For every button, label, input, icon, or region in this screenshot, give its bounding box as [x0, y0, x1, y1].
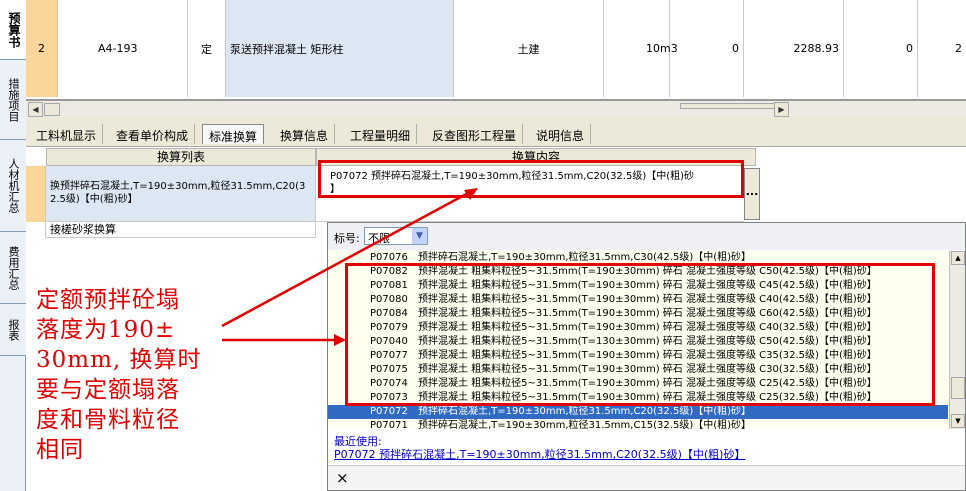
browse-button[interactable]: ...	[744, 168, 760, 220]
row-unit[interactable]: 10m3	[604, 0, 678, 97]
tab-unit-price[interactable]: 查看单价构成	[110, 124, 196, 144]
close-icon[interactable]: ×	[336, 469, 349, 487]
scroll-thumb[interactable]	[44, 103, 60, 116]
row-category[interactable]: 土建	[454, 0, 604, 97]
splitter-handle[interactable]	[680, 103, 780, 109]
scroll-down-icon[interactable]: ▼	[951, 414, 965, 428]
tab-reverse-lookup[interactable]: 反查图形工程量	[426, 124, 524, 144]
tab-report[interactable]: 报表	[0, 304, 26, 356]
row-type[interactable]: 定	[188, 0, 226, 97]
tab-materials-summary[interactable]: 人材机汇总	[0, 140, 26, 232]
row-index[interactable]: 2	[26, 0, 58, 97]
conversion-row[interactable]: 换预拌碎石混凝土,T=190±30mm,粒径31.5mm,C20(3 2.5级)…	[46, 166, 316, 222]
list-header: 换算列表	[46, 148, 316, 166]
tab-budget[interactable]: 预算书	[0, 0, 26, 60]
annotation-note: 定额预拌砼塌 落度为190± 30mm, 换算时 要与定额塌落 度和骨料粒径 相…	[36, 287, 202, 463]
row-price[interactable]: 2288.93	[744, 0, 844, 97]
chevron-down-icon[interactable]: ▼	[412, 228, 427, 244]
item-text: 预拌碎石混凝土,T=190±30mm,粒径31.5mm,C20(32.5级)【中…	[418, 406, 752, 417]
tab-quantity-detail[interactable]: 工程量明细	[344, 124, 418, 144]
row-total[interactable]: 0	[844, 0, 918, 97]
highlight-box-list	[345, 263, 935, 406]
horizontal-scrollbar[interactable]: ◀ ▶	[26, 100, 966, 117]
budget-grid: 2 A4-193 定 泵送预拌混凝土 矩形柱 土建 10m3 0 2288.93…	[26, 0, 966, 100]
scroll-thumb[interactable]	[951, 377, 965, 399]
item-text: 预拌碎石混凝土,T=190±30mm,粒径31.5mm,C15(32.5级)【中…	[418, 420, 752, 429]
list-item[interactable]: P07071 预拌碎石混凝土,T=190±30mm,粒径31.5mm,C15(32…	[328, 419, 948, 429]
conversion-label: 换预拌碎石混凝土,T=190±30mm,粒径31.5mm,C20(3 2.5级)…	[50, 181, 306, 205]
tab-description[interactable]: 说明信息	[530, 124, 592, 144]
scroll-up-icon[interactable]: ▲	[951, 251, 965, 265]
filter-label: 标号:	[334, 232, 360, 245]
row-name[interactable]: 泵送预拌混凝土 矩形柱	[226, 0, 454, 97]
tab-measures[interactable]: 措施项目	[0, 60, 26, 140]
tab-standard-conversion[interactable]: 标准换算	[202, 124, 265, 144]
popup-footer: ×	[328, 465, 965, 490]
vertical-scrollbar[interactable]: ▲ ▼	[949, 251, 965, 429]
grade-filter-select[interactable]: 不限 ▼	[364, 227, 428, 245]
row-qty[interactable]: 0	[670, 0, 744, 97]
recent-item-link[interactable]: P07072 预拌碎石混凝土,T=190±30mm,粒径31.5mm,C20(3…	[334, 446, 745, 462]
row-header-2[interactable]	[26, 222, 46, 238]
grade-filter-value: 不限	[368, 232, 390, 245]
detail-tab-bar: 工料机显示 查看单价构成 标准换算 换算信息 工程量明细 反查图形工程量 说明信…	[26, 117, 966, 147]
item-text: 预拌碎石混凝土,T=190±30mm,粒径31.5mm,C30(42.5级)【中…	[418, 252, 752, 263]
conversion-label-2: 接槎砂浆换算	[50, 223, 116, 236]
tab-materials-display[interactable]: 工料机显示	[30, 124, 104, 144]
item-code: P07072	[370, 406, 408, 417]
popup-toolbar: 标号: 不限 ▼	[328, 223, 965, 250]
scroll-left-icon[interactable]: ◀	[28, 102, 43, 117]
tab-conversion-info[interactable]: 换算信息	[274, 124, 336, 144]
scroll-right-icon[interactable]: ▶	[774, 102, 789, 117]
row-code[interactable]: A4-193	[58, 0, 188, 97]
item-code: P07071	[370, 420, 408, 429]
highlight-box-content	[318, 160, 744, 198]
row-extra[interactable]: 2	[918, 0, 966, 97]
list-item[interactable]: P07072 预拌碎石混凝土,T=190±30mm,粒径31.5mm,C20(32…	[328, 405, 948, 419]
side-tab-bar: 预算书 措施项目 人材机汇总 费用汇总 报表	[0, 0, 26, 491]
tab-cost-summary[interactable]: 费用汇总	[0, 232, 26, 304]
row-header[interactable]	[26, 166, 46, 222]
conversion-row-2[interactable]: 接槎砂浆换算	[46, 222, 316, 238]
